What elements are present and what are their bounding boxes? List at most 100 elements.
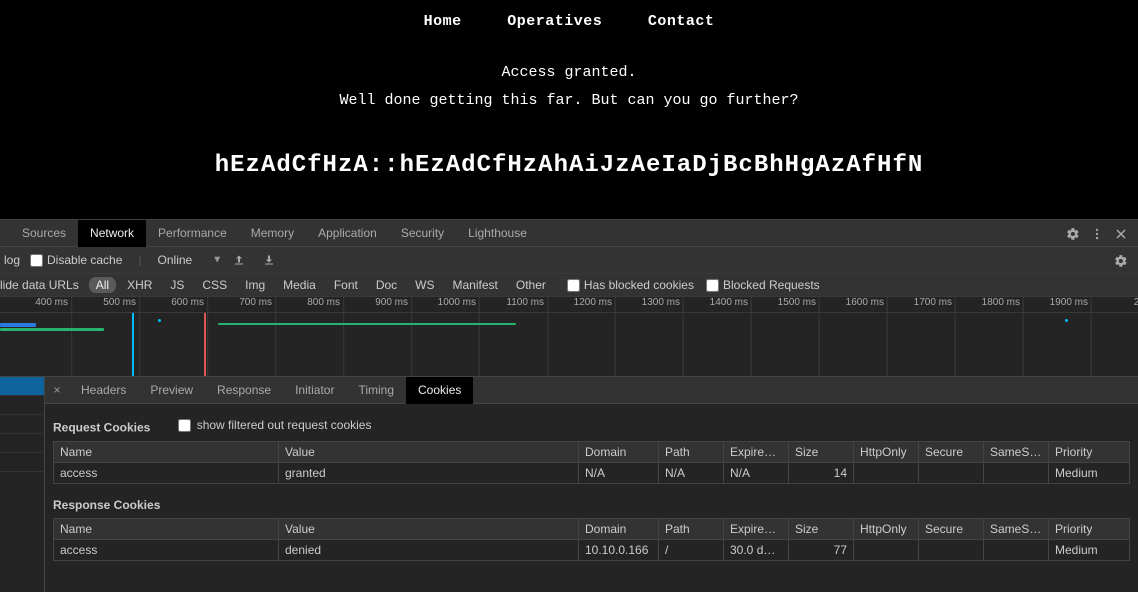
filter-doc[interactable]: Doc xyxy=(369,277,404,293)
filter-font[interactable]: Font xyxy=(327,277,365,293)
cell-size: 77 xyxy=(789,539,854,560)
nav-contact[interactable]: Contact xyxy=(648,13,715,30)
site-nav: Home Operatives Contact xyxy=(0,12,1138,30)
filter-ws[interactable]: WS xyxy=(408,277,441,293)
request-cookies-title-text: Request Cookies xyxy=(53,421,150,435)
blocked-cookies-checkbox[interactable]: Has blocked cookies xyxy=(555,278,694,292)
col-size[interactable]: Size xyxy=(789,518,854,539)
request-row[interactable] xyxy=(0,434,44,453)
cell-priority: Medium xyxy=(1049,462,1130,483)
blocked-requests-input[interactable] xyxy=(706,279,719,292)
filter-css[interactable]: CSS xyxy=(195,277,234,293)
col-expires[interactable]: Expires … xyxy=(724,518,789,539)
col-value[interactable]: Value xyxy=(279,518,579,539)
request-row[interactable] xyxy=(0,415,44,434)
request-detail-pane: × Headers Preview Response Initiator Tim… xyxy=(45,377,1138,592)
request-row[interactable] xyxy=(0,396,44,415)
filter-img[interactable]: Img xyxy=(238,277,272,293)
blocked-requests-checkbox[interactable]: Blocked Requests xyxy=(694,278,820,292)
col-samesite[interactable]: SameSite xyxy=(984,441,1049,462)
detail-tab-cookies[interactable]: Cookies xyxy=(406,377,473,404)
tab-security[interactable]: Security xyxy=(389,220,456,247)
tab-performance[interactable]: Performance xyxy=(146,220,239,247)
filter-js[interactable]: JS xyxy=(163,277,191,293)
nav-home[interactable]: Home xyxy=(424,13,462,30)
detail-tab-headers[interactable]: Headers xyxy=(69,377,138,404)
col-httponly[interactable]: HttpOnly xyxy=(854,441,919,462)
cell-path: N/A xyxy=(659,462,724,483)
detail-tab-preview[interactable]: Preview xyxy=(138,377,205,404)
col-size[interactable]: Size xyxy=(789,441,854,462)
close-icon[interactable] xyxy=(1110,223,1132,245)
timeline-tick: 700 ms xyxy=(239,297,272,308)
timeline-marker xyxy=(132,313,134,377)
col-secure[interactable]: Secure xyxy=(919,441,984,462)
timeline-dot xyxy=(1065,319,1068,322)
detail-tab-timing[interactable]: Timing xyxy=(346,377,406,404)
cell-samesite xyxy=(984,462,1049,483)
cell-domain: N/A xyxy=(579,462,659,483)
col-secure[interactable]: Secure xyxy=(919,518,984,539)
table-row[interactable]: access granted N/A N/A N/A 14 Medium xyxy=(54,462,1130,483)
cell-secure xyxy=(919,462,984,483)
filter-all[interactable]: All xyxy=(89,277,116,293)
nav-operatives[interactable]: Operatives xyxy=(507,13,602,30)
throttling-value: Online xyxy=(152,252,211,268)
gear-icon[interactable] xyxy=(1110,250,1132,272)
network-filterbar: lide data URLs All XHR JS CSS Img Media … xyxy=(0,274,1138,297)
tab-application[interactable]: Application xyxy=(306,220,389,247)
col-name[interactable]: Name xyxy=(54,441,279,462)
cell-httponly xyxy=(854,539,919,560)
blocked-cookies-text: Has blocked cookies xyxy=(584,278,694,292)
detail-tab-response[interactable]: Response xyxy=(205,377,283,404)
timeline-tick: 1400 ms xyxy=(710,297,748,308)
show-filtered-input[interactable] xyxy=(178,419,191,432)
timeline-tick: 800 ms xyxy=(307,297,340,308)
table-row[interactable]: access denied 10.10.0.166 / 30.0 days 77… xyxy=(54,539,1130,560)
col-samesite[interactable]: SameSite xyxy=(984,518,1049,539)
disable-cache-input[interactable] xyxy=(30,254,43,267)
cell-expires: N/A xyxy=(724,462,789,483)
col-expires[interactable]: Expires … xyxy=(724,441,789,462)
cell-domain: 10.10.0.166 xyxy=(579,539,659,560)
timeline-tick: 1600 ms xyxy=(846,297,884,308)
filter-media[interactable]: Media xyxy=(276,277,323,293)
col-domain[interactable]: Domain xyxy=(579,518,659,539)
col-name[interactable]: Name xyxy=(54,518,279,539)
table-header-row: Name Value Domain Path Expires … Size Ht… xyxy=(54,518,1130,539)
download-icon[interactable] xyxy=(258,249,280,271)
gear-icon[interactable] xyxy=(1062,223,1084,245)
request-list[interactable] xyxy=(0,377,45,592)
request-row[interactable] xyxy=(0,377,44,396)
tab-network[interactable]: Network xyxy=(78,220,146,247)
filter-other[interactable]: Other xyxy=(509,277,553,293)
col-value[interactable]: Value xyxy=(279,441,579,462)
col-path[interactable]: Path xyxy=(659,518,724,539)
throttling-select[interactable]: Online ▼ xyxy=(146,253,225,267)
filter-xhr[interactable]: XHR xyxy=(120,277,159,293)
cell-samesite xyxy=(984,539,1049,560)
disable-cache-checkbox[interactable]: Disable cache xyxy=(30,253,122,267)
webpage-viewport: Home Operatives Contact Access granted. … xyxy=(0,0,1138,219)
col-priority[interactable]: Priority xyxy=(1049,441,1130,462)
col-path[interactable]: Path xyxy=(659,441,724,462)
tab-sources[interactable]: Sources xyxy=(10,220,78,247)
show-filtered-checkbox[interactable]: show filtered out request cookies xyxy=(178,418,372,432)
kebab-icon[interactable] xyxy=(1086,223,1108,245)
col-httponly[interactable]: HttpOnly xyxy=(854,518,919,539)
col-domain[interactable]: Domain xyxy=(579,441,659,462)
network-timeline[interactable]: 400 ms500 ms600 ms700 ms800 ms900 ms1000… xyxy=(0,297,1138,377)
network-toolbar: log Disable cache | Online ▼ xyxy=(0,247,1138,274)
upload-icon[interactable] xyxy=(228,249,250,271)
blocked-cookies-input[interactable] xyxy=(567,279,580,292)
tab-lighthouse[interactable]: Lighthouse xyxy=(456,220,539,247)
toolbar-divider: | xyxy=(138,253,141,267)
detail-tab-initiator[interactable]: Initiator xyxy=(283,377,346,404)
request-row[interactable] xyxy=(0,453,44,472)
col-priority[interactable]: Priority xyxy=(1049,518,1130,539)
disable-cache-text: Disable cache xyxy=(47,253,122,267)
timeline-tick: 1800 ms xyxy=(982,297,1020,308)
tab-memory[interactable]: Memory xyxy=(239,220,306,247)
close-detail-icon[interactable]: × xyxy=(45,383,69,397)
filter-manifest[interactable]: Manifest xyxy=(446,277,505,293)
